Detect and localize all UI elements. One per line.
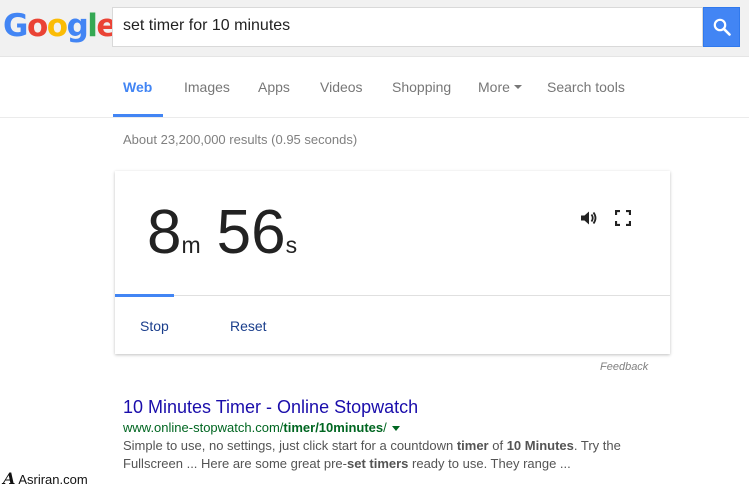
timer-minutes: 8 [147,198,182,267]
search-header: Google set timer for 10 minutes [0,0,749,57]
reset-button[interactable]: Reset [230,318,267,334]
snippet-text: of [488,438,507,453]
caret-down-icon [513,85,522,90]
timer-display: 8m 56s [147,197,313,269]
result-title-link[interactable]: 10 Minutes Timer - Online Stopwatch [123,397,643,417]
timer-card: 8m 56s Stop Reset [115,171,670,354]
tab-web[interactable]: Web [123,79,152,95]
search-box[interactable]: set timer for 10 minutes [112,7,703,47]
search-tabs: Web Images Apps Videos Shopping More Sea… [0,58,749,118]
result-url-prefix: www.online-stopwatch.com/ [123,420,284,435]
timer-seconds-unit: s [285,232,298,258]
watermark-logo: A [3,469,16,487]
timer-seconds: 56 [216,198,286,267]
watermark: A Asriran.com [3,469,88,487]
logo-letter: o [26,8,48,44]
stop-button[interactable]: Stop [140,318,169,334]
volume-icon[interactable] [580,210,598,226]
timer-progress-fill [115,294,174,297]
result-url-suffix: / [383,420,387,435]
tab-videos[interactable]: Videos [320,79,363,95]
fullscreen-icon[interactable] [615,210,631,226]
search-result: 10 Minutes Timer - Online Stopwatch www.… [123,397,643,473]
result-stats: About 23,200,000 results (0.95 seconds) [123,132,358,147]
tab-images[interactable]: Images [184,79,230,95]
snippet-text: Simple to use, no settings, just click s… [123,438,457,453]
google-logo[interactable]: Google [3,8,117,44]
search-icon [713,18,731,36]
logo-letter: l [87,8,98,44]
tab-shopping[interactable]: Shopping [392,79,451,95]
logo-letter: G [3,8,28,44]
feedback-link[interactable]: Feedback [600,361,648,373]
url-options-caret-icon[interactable] [391,426,400,432]
search-input[interactable]: set timer for 10 minutes [123,17,290,35]
result-snippet: Simple to use, no settings, just click s… [123,437,643,473]
tab-more-label: More [478,79,510,95]
search-button[interactable] [703,7,740,47]
snippet-highlight: set timers [346,456,409,471]
result-url-bold: timer/10minutes [283,420,384,435]
snippet-highlight: 10 Minutes [506,438,574,453]
timer-progress-track [115,295,670,296]
tab-search-tools[interactable]: Search tools [547,79,625,95]
tab-more[interactable]: More [478,79,522,95]
snippet-highlight: timer [456,438,489,453]
result-url: www.online-stopwatch.com/timer/10minutes… [123,420,643,435]
snippet-text: ready to use. They range ... [408,456,571,471]
timer-minutes-unit: m [181,232,201,258]
active-tab-indicator [113,114,163,117]
logo-letter: g [66,8,89,44]
tab-apps[interactable]: Apps [258,79,290,95]
logo-letter: o [46,8,68,44]
watermark-text: Asriran.com [18,472,88,487]
